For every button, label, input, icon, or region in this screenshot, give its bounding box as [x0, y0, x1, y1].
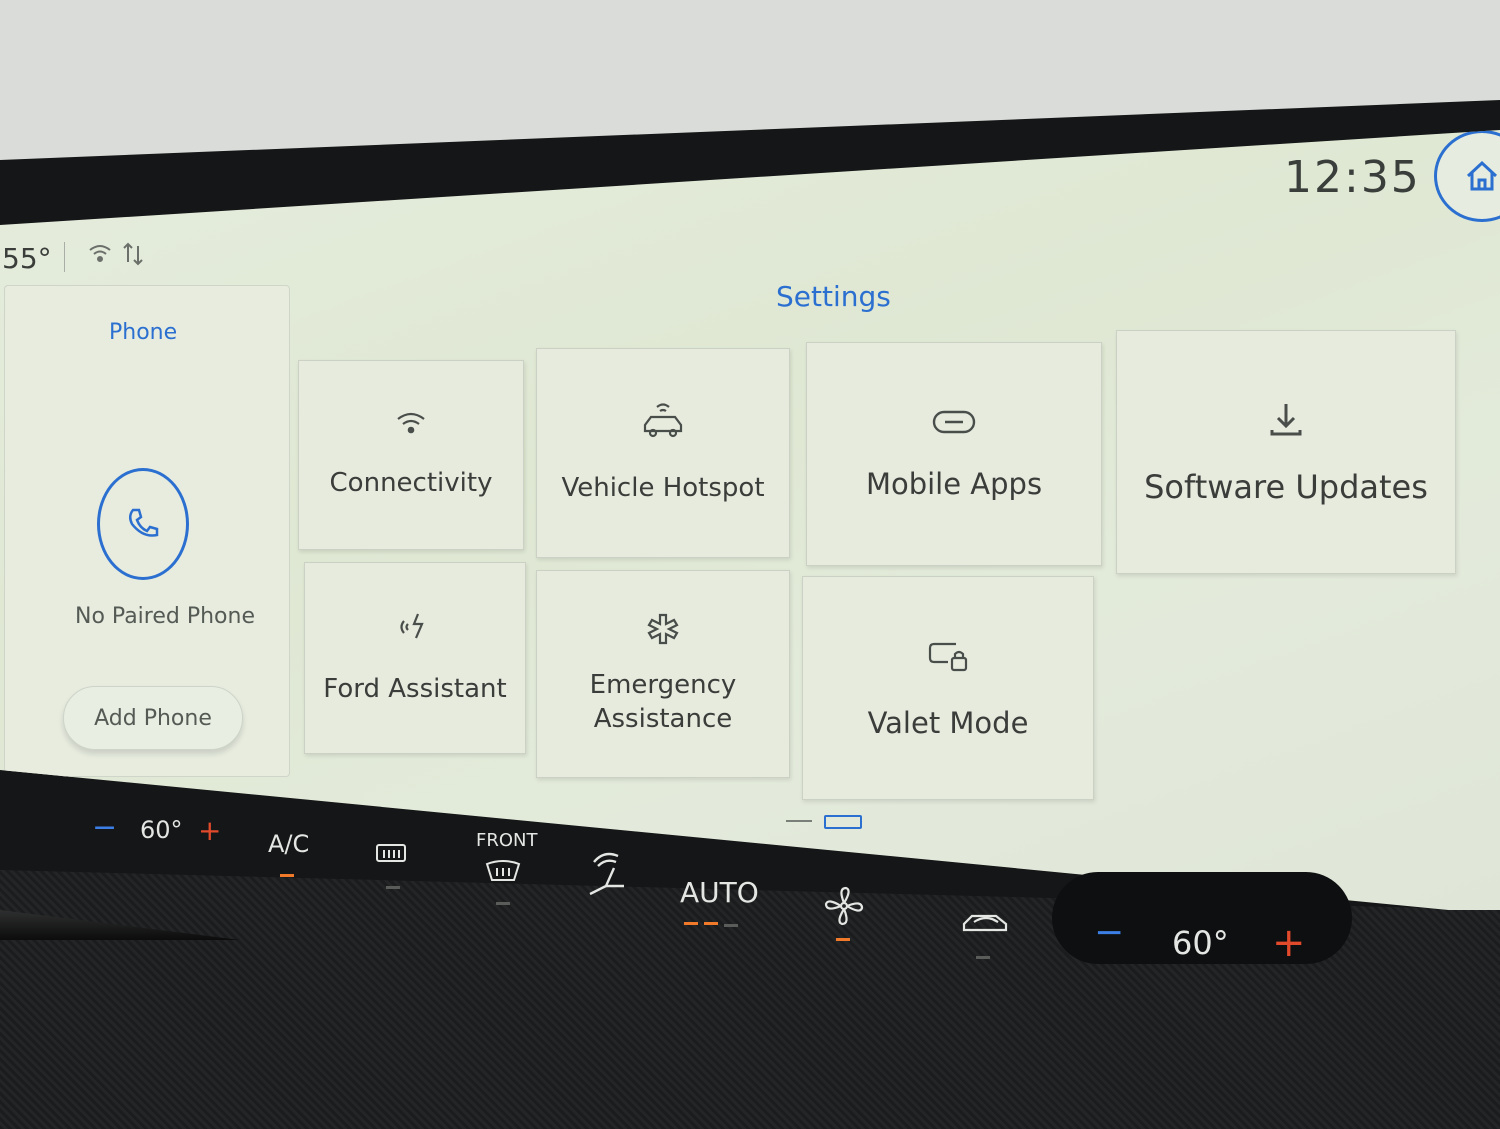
status-divider [64, 242, 65, 272]
left-temp-down-button[interactable]: − [92, 810, 117, 845]
climate-bar: − 60° + A/C FRONT AUTO − 60° + [0, 780, 1500, 980]
fan-button[interactable] [822, 884, 866, 932]
link-icon [931, 407, 977, 441]
tile-ford-assistant[interactable]: Ford Assistant [304, 562, 526, 754]
voice-assistant-icon [400, 610, 430, 646]
ac-button[interactable]: A/C [268, 830, 309, 858]
tile-vehicle-hotspot[interactable]: Vehicle Hotspot [536, 348, 790, 558]
recirculation-indicator [976, 956, 990, 959]
car-hotspot-icon [641, 401, 685, 445]
tile-software-updates[interactable]: Software Updates [1116, 330, 1456, 574]
phone-title[interactable]: Phone [109, 320, 177, 345]
tile-mobile-apps[interactable]: Mobile Apps [806, 342, 1102, 566]
tile-label: Emergency Assistance [589, 670, 737, 734]
auto-indicator-2 [704, 922, 718, 925]
add-phone-button[interactable]: Add Phone [63, 686, 243, 750]
right-temp-up-button[interactable]: + [1272, 920, 1306, 966]
signal-icon [122, 242, 148, 271]
left-temp-up-button[interactable]: + [198, 814, 221, 847]
auto-indicator-3 [724, 924, 738, 927]
fan-icon [824, 886, 864, 926]
tile-label: Software Updates [1144, 468, 1428, 506]
phone-status: No Paired Phone [75, 604, 255, 629]
home-button[interactable] [1434, 130, 1500, 222]
auto-climate-button[interactable]: AUTO [680, 876, 759, 909]
valet-lock-icon [926, 636, 970, 680]
tile-valet-mode[interactable]: Valet Mode [802, 576, 1094, 800]
wifi-icon [395, 410, 427, 440]
front-label: FRONT [476, 830, 538, 851]
fan-indicator [836, 938, 850, 941]
page-title: Settings [776, 280, 891, 313]
right-temperature: 60° [1172, 924, 1229, 962]
right-temp-down-button[interactable]: − [1094, 912, 1124, 953]
emergency-icon [646, 612, 680, 650]
tile-label: Connectivity [329, 468, 493, 498]
auto-indicator-1 [684, 922, 698, 925]
recirculation-car-icon [962, 914, 1008, 932]
ac-indicator [280, 874, 294, 877]
tile-connectivity[interactable]: Connectivity [298, 360, 524, 550]
tile-label: Vehicle Hotspot [561, 473, 765, 503]
front-defrost-icon [485, 860, 521, 881]
download-icon [1266, 400, 1306, 444]
phone-panel: Phone No Paired Phone Add Phone [4, 285, 290, 777]
clock: 12:35 [1284, 152, 1421, 203]
front-defrost-button[interactable] [484, 860, 522, 888]
heated-seat-button[interactable] [584, 848, 628, 904]
rear-defrost-indicator [386, 886, 400, 889]
phone-call-button[interactable] [97, 468, 189, 580]
wifi-icon [88, 242, 112, 269]
phone-icon [129, 508, 159, 537]
rear-defrost-icon [376, 844, 406, 862]
front-defrost-indicator [496, 902, 510, 905]
tile-label: Valet Mode [867, 706, 1029, 740]
home-icon [1466, 160, 1498, 191]
tile-label: Mobile Apps [865, 467, 1043, 501]
left-temperature: 60° [140, 816, 183, 844]
recirculation-button[interactable] [960, 908, 1012, 942]
heated-seat-icon [589, 852, 624, 896]
outside-temperature: 55° [2, 242, 52, 275]
tile-label: Ford Assistant [323, 674, 507, 704]
rear-defrost-button[interactable] [374, 842, 408, 874]
tile-emergency-assistance[interactable]: Emergency Assistance [536, 570, 790, 778]
